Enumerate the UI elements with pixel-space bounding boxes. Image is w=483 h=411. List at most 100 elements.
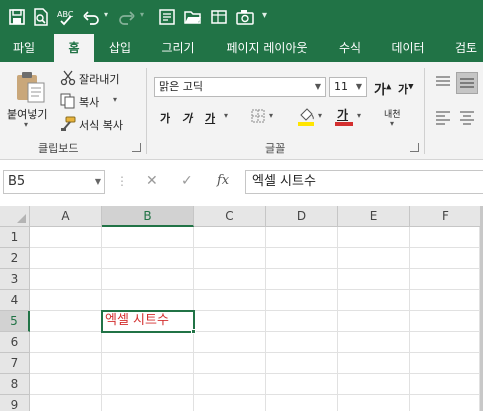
column-header-d[interactable]: D	[266, 206, 338, 227]
align-top-icon[interactable]	[434, 74, 452, 92]
tab-draw[interactable]: 그리기	[150, 34, 206, 62]
cell-c2[interactable]	[194, 248, 266, 269]
cell-d4[interactable]	[266, 290, 338, 311]
tab-insert[interactable]: 삽입	[98, 34, 142, 62]
cell-d1[interactable]	[266, 227, 338, 248]
enter-icon[interactable]: ✓	[181, 173, 193, 189]
borders-dropdown-icon[interactable]: ▾	[269, 111, 273, 120]
column-header-c[interactable]: C	[194, 206, 266, 227]
cell-d8[interactable]	[266, 374, 338, 395]
new-sheet-icon[interactable]	[208, 6, 230, 28]
cell-b9[interactable]	[102, 395, 194, 411]
cell-f5[interactable]	[410, 311, 480, 332]
cell-a3[interactable]	[30, 269, 102, 290]
cell-f8[interactable]	[410, 374, 480, 395]
tab-formulas[interactable]: 수식	[328, 34, 372, 62]
cell-a2[interactable]	[30, 248, 102, 269]
cell-f1[interactable]	[410, 227, 480, 248]
cell-b1[interactable]	[102, 227, 194, 248]
cell-f2[interactable]	[410, 248, 480, 269]
font-launcher-icon[interactable]	[410, 143, 419, 152]
row-header-6[interactable]: 6	[0, 332, 30, 353]
form-icon[interactable]	[156, 6, 178, 28]
redo-icon[interactable]	[116, 6, 138, 28]
cell-a9[interactable]	[30, 395, 102, 411]
cell-c3[interactable]	[194, 269, 266, 290]
cell-b6[interactable]	[102, 332, 194, 353]
column-header-e[interactable]: E	[338, 206, 410, 227]
cell-c8[interactable]	[194, 374, 266, 395]
chevron-down-icon[interactable]: ▼	[352, 78, 366, 96]
cell-d3[interactable]	[266, 269, 338, 290]
cell-c4[interactable]	[194, 290, 266, 311]
paste-icon[interactable]	[14, 70, 48, 104]
cell-e4[interactable]	[338, 290, 410, 311]
cell-f7[interactable]	[410, 353, 480, 374]
cell-b3[interactable]	[102, 269, 194, 290]
cell-e8[interactable]	[338, 374, 410, 395]
row-header-9[interactable]: 9	[0, 395, 30, 411]
cell-a7[interactable]	[30, 353, 102, 374]
row-header-5[interactable]: 5	[0, 311, 30, 332]
font-size-combo[interactable]: 11 ▼	[329, 77, 367, 97]
save-icon[interactable]	[6, 6, 28, 28]
row-header-1[interactable]: 1	[0, 227, 30, 248]
tab-review[interactable]: 검토	[444, 34, 483, 62]
fill-handle[interactable]	[191, 329, 196, 334]
tab-data[interactable]: 데이터	[380, 34, 436, 62]
row-header-7[interactable]: 7	[0, 353, 30, 374]
row-header-4[interactable]: 4	[0, 290, 30, 311]
align-middle-icon[interactable]	[456, 72, 478, 94]
cell-f3[interactable]	[410, 269, 480, 290]
cell-e2[interactable]	[338, 248, 410, 269]
formula-input[interactable]: 엑셀 시트수	[245, 170, 483, 194]
fill-color-icon[interactable]	[297, 106, 315, 126]
cancel-icon[interactable]: ✕	[146, 173, 158, 189]
camera-icon[interactable]	[234, 6, 256, 28]
tab-home[interactable]: 홈	[54, 34, 94, 63]
cell-d6[interactable]	[266, 332, 338, 353]
font-color-button[interactable]: 가	[334, 106, 354, 126]
cell-e7[interactable]	[338, 353, 410, 374]
insert-function-button[interactable]: fx	[217, 173, 229, 188]
underline-dropdown-icon[interactable]: ▾	[224, 111, 228, 120]
active-cell-b5[interactable]: 엑셀 시트수	[101, 310, 195, 333]
redo-dropdown-icon[interactable]: ▾	[140, 10, 144, 19]
row-header-3[interactable]: 3	[0, 269, 30, 290]
cell-a4[interactable]	[30, 290, 102, 311]
undo-icon[interactable]	[80, 6, 102, 28]
cell-a8[interactable]	[30, 374, 102, 395]
borders-icon[interactable]	[250, 108, 266, 124]
name-box[interactable]: B5 ▼	[3, 170, 105, 194]
cell-c6[interactable]	[194, 332, 266, 353]
fill-color-dropdown-icon[interactable]: ▾	[318, 111, 322, 120]
cell-b4[interactable]	[102, 290, 194, 311]
clipboard-launcher-icon[interactable]	[132, 143, 141, 152]
copy-label[interactable]: 복사	[79, 94, 99, 110]
chevron-down-icon[interactable]: ▼	[311, 78, 325, 96]
align-left-icon[interactable]	[434, 108, 452, 126]
cell-f9[interactable]	[410, 395, 480, 411]
column-header-b[interactable]: B	[102, 206, 194, 227]
bold-button[interactable]: 가	[160, 110, 170, 126]
paste-dropdown-icon[interactable]: ▾	[24, 120, 28, 129]
cell-a6[interactable]	[30, 332, 102, 353]
copy-icon[interactable]	[60, 93, 76, 109]
cell-b8[interactable]	[102, 374, 194, 395]
cell-e1[interactable]	[338, 227, 410, 248]
underline-button[interactable]: 가	[205, 110, 215, 126]
align-center-icon[interactable]	[458, 108, 476, 126]
cell-e9[interactable]	[338, 395, 410, 411]
cut-label[interactable]: 잘라내기	[79, 71, 119, 87]
undo-dropdown-icon[interactable]: ▾	[104, 10, 108, 19]
scissors-icon[interactable]	[60, 70, 76, 86]
column-header-f[interactable]: F	[410, 206, 482, 227]
print-preview-icon[interactable]	[30, 6, 52, 28]
cell-a5[interactable]	[30, 311, 102, 332]
tab-file[interactable]: 파일	[0, 34, 48, 62]
copy-dropdown-icon[interactable]: ▾	[113, 95, 117, 104]
tab-page-layout[interactable]: 페이지 레이아웃	[214, 34, 320, 62]
cell-d5[interactable]	[266, 311, 338, 332]
decrease-font-size-button[interactable]: 가▼	[398, 81, 414, 97]
column-header-a[interactable]: A	[30, 206, 102, 227]
